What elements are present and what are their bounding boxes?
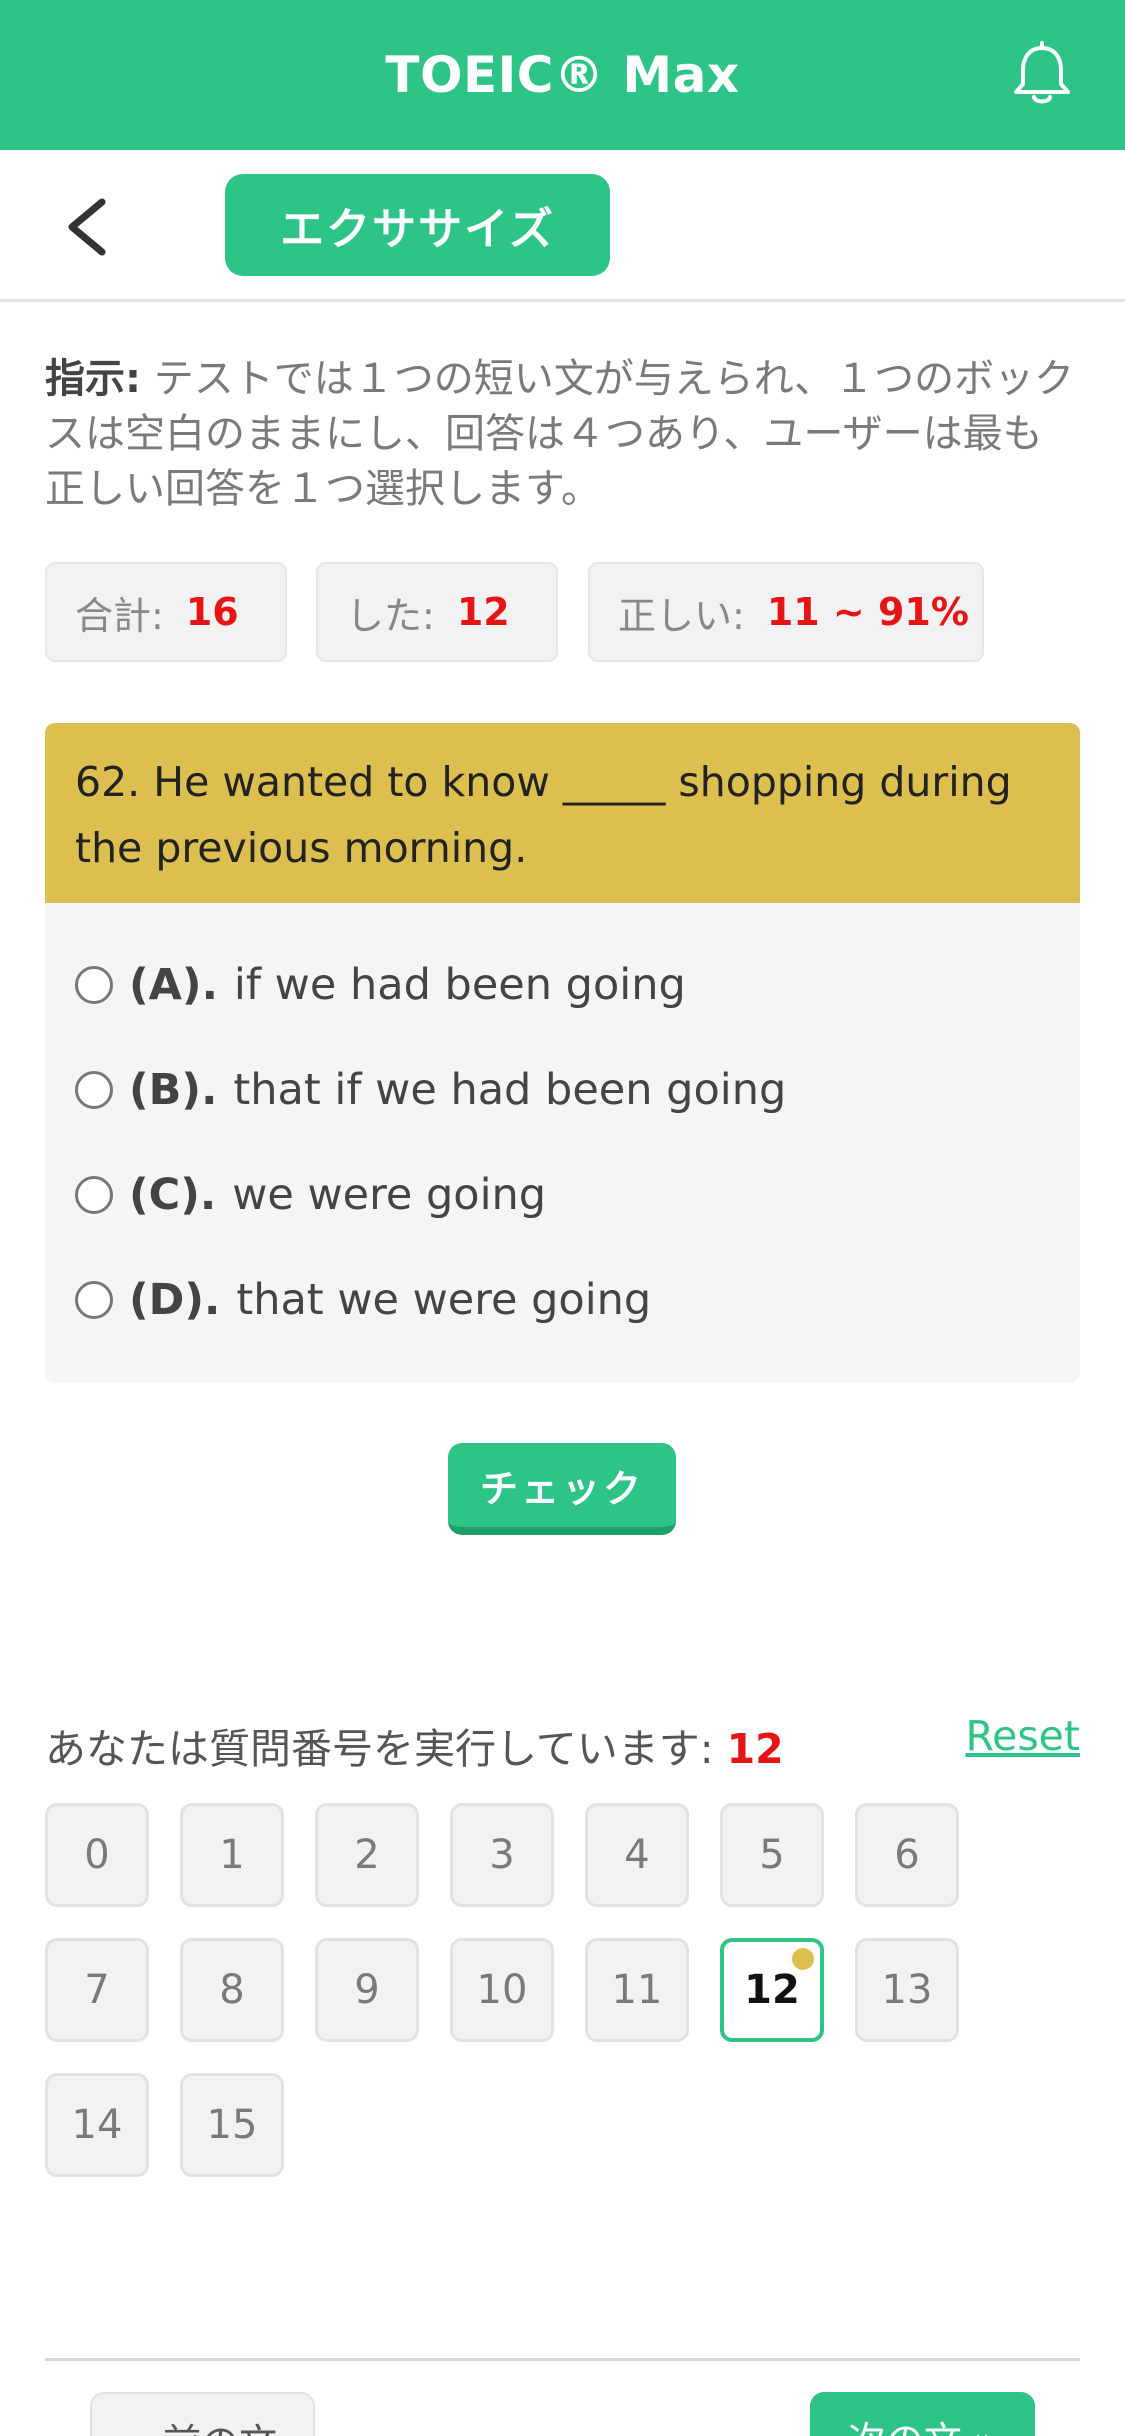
- current-marker-dot: [792, 1948, 814, 1970]
- question-number-9[interactable]: 9: [315, 1938, 419, 2042]
- option-d[interactable]: (D). that we were going: [75, 1270, 651, 1330]
- stat-total-label: 合計:: [75, 593, 164, 638]
- option-letter: (B).: [129, 1065, 218, 1115]
- running-label: あなたは質問番号を実行しています:: [45, 1725, 714, 1773]
- previous-sentence-button[interactable]: « 前の文: [90, 2392, 315, 2436]
- question-number-12-active[interactable]: 12: [720, 1938, 824, 2042]
- question-number-6[interactable]: 6: [855, 1803, 959, 1907]
- stat-total-value: 16: [185, 590, 239, 634]
- radio-button[interactable]: [75, 1071, 113, 1109]
- instructions-label: 指示:: [45, 356, 141, 402]
- question-number-3[interactable]: 3: [450, 1803, 554, 1907]
- stat-correct-label: 正しい:: [618, 593, 745, 638]
- bell-icon[interactable]: [1007, 40, 1077, 110]
- question-number-11[interactable]: 11: [585, 1938, 689, 2042]
- radio-button[interactable]: [75, 1281, 113, 1319]
- question-number-0[interactable]: 0: [45, 1803, 149, 1907]
- question-card: 62. He wanted to know _____ shopping dur…: [45, 723, 1080, 1383]
- sub-navigation: エクササイズ: [0, 150, 1125, 302]
- question-number-label: 12: [744, 1967, 800, 2013]
- app-title: TOEIC® Max: [385, 46, 740, 104]
- radio-button[interactable]: [75, 1176, 113, 1214]
- tab-exercise[interactable]: エクササイズ: [225, 174, 610, 276]
- divider: [45, 2358, 1080, 2361]
- question-number-15[interactable]: 15: [180, 2073, 284, 2177]
- radio-button[interactable]: [75, 966, 113, 1004]
- option-text: that if we had been going: [233, 1065, 787, 1115]
- check-button[interactable]: チェック: [448, 1443, 676, 1535]
- option-c[interactable]: (C). we were going: [75, 1165, 546, 1225]
- chevron-left-icon[interactable]: [58, 194, 118, 260]
- question-number-1[interactable]: 1: [180, 1803, 284, 1907]
- question-number-2[interactable]: 2: [315, 1803, 419, 1907]
- current-question-indicator: あなたは質問番号を実行しています: 12: [45, 1715, 784, 1775]
- option-text: we were going: [232, 1170, 547, 1220]
- next-sentence-button[interactable]: 次の文 »: [810, 2392, 1035, 2436]
- instructions-text: テストでは１つの短い文が与えられ、１つのボックスは空白のままにし、回答は４つあり…: [45, 356, 1075, 512]
- app-screen: TOEIC® Max エクササイズ 指示: テストでは１つの短い文が与えられ、１…: [0, 0, 1125, 2436]
- question-number-7[interactable]: 7: [45, 1938, 149, 2042]
- instructions: 指示: テストでは１つの短い文が与えられ、１つのボックスは空白のままにし、回答は…: [45, 352, 1080, 517]
- stat-done-label: した:: [346, 593, 435, 638]
- question-number-14[interactable]: 14: [45, 2073, 149, 2177]
- current-question-number: 12: [726, 1725, 784, 1773]
- reset-link[interactable]: Reset: [965, 1712, 1080, 1760]
- question-text: 62. He wanted to know _____ shopping dur…: [45, 723, 1080, 903]
- option-letter: (C).: [129, 1170, 217, 1220]
- option-text: if we had been going: [233, 960, 686, 1010]
- question-number-5[interactable]: 5: [720, 1803, 824, 1907]
- question-number-4[interactable]: 4: [585, 1803, 689, 1907]
- option-b[interactable]: (B). that if we had been going: [75, 1060, 786, 1120]
- app-header: TOEIC® Max: [0, 0, 1125, 150]
- option-text: that we were going: [236, 1275, 652, 1325]
- stat-correct-value: 11 ~ 91%: [766, 590, 969, 634]
- option-letter: (A).: [129, 960, 218, 1010]
- option-a[interactable]: (A). if we had been going: [75, 955, 686, 1015]
- question-number-10[interactable]: 10: [450, 1938, 554, 2042]
- stat-done: した: 12: [316, 562, 558, 662]
- option-letter: (D).: [129, 1275, 221, 1325]
- stat-correct: 正しい: 11 ~ 91%: [588, 562, 984, 662]
- question-number-8[interactable]: 8: [180, 1938, 284, 2042]
- stat-done-value: 12: [456, 590, 510, 634]
- stat-total: 合計: 16: [45, 562, 287, 662]
- question-number-13[interactable]: 13: [855, 1938, 959, 2042]
